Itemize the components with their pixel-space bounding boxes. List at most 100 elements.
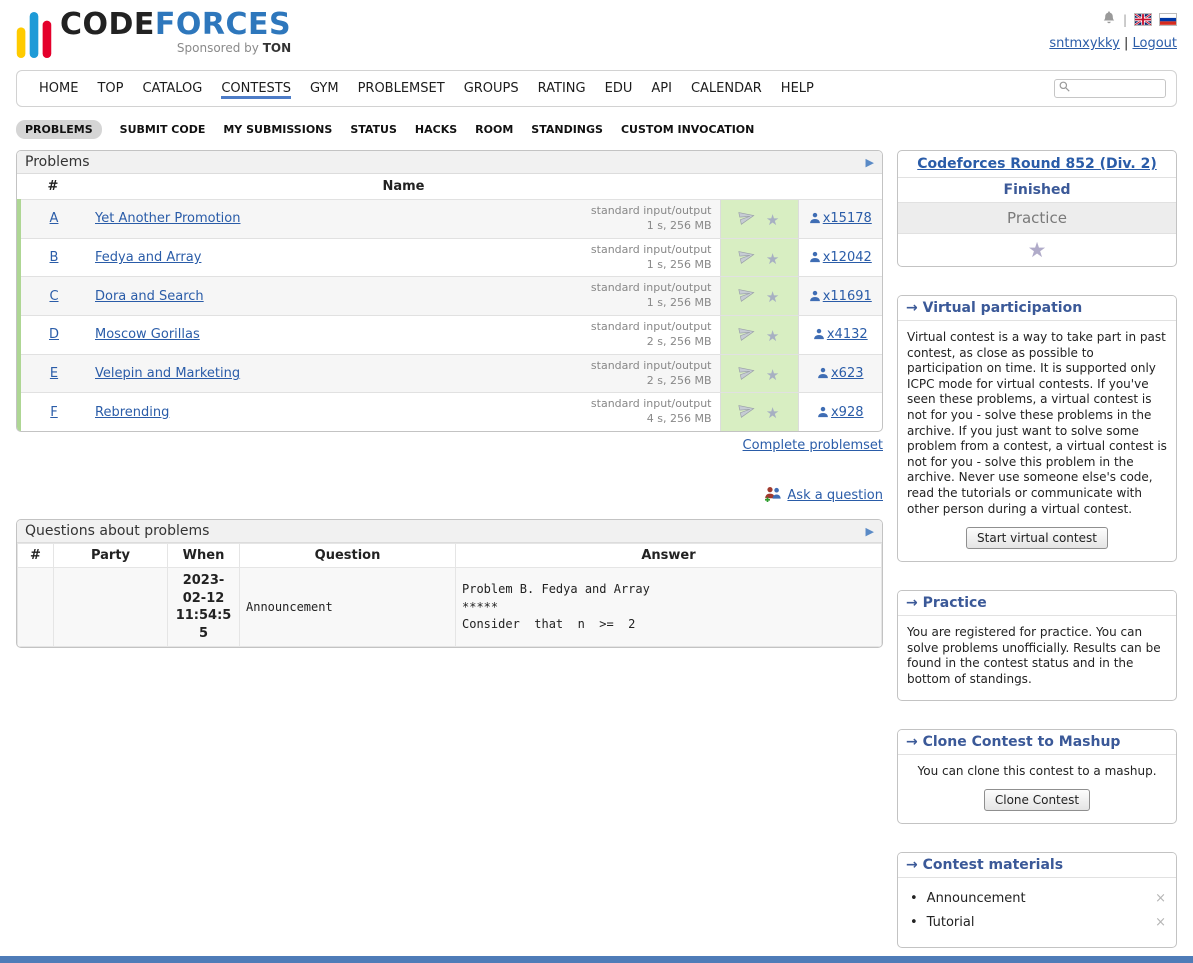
- problem-letter-link[interactable]: C: [49, 289, 58, 304]
- problem-name-link[interactable]: Yet Another Promotion: [95, 211, 240, 226]
- nav-item-catalog[interactable]: CATALOG: [142, 78, 202, 99]
- page: CODEFORCES Sponsored by TON |: [0, 0, 1193, 948]
- ru-flag-icon[interactable]: [1159, 13, 1177, 26]
- material-tutorial-link[interactable]: Tutorial: [927, 915, 1155, 930]
- problem-name-link[interactable]: Rebrending: [95, 405, 169, 420]
- problem-name-link[interactable]: Moscow Gorillas: [95, 327, 200, 342]
- favorite-star-icon[interactable]: ★: [766, 211, 779, 229]
- nav-item-calendar[interactable]: CALENDAR: [691, 78, 762, 99]
- virtual-participation-title: → Virtual participation: [898, 296, 1176, 321]
- tab-status[interactable]: STATUS: [350, 123, 397, 136]
- ask-question-link[interactable]: Ask a question: [787, 488, 883, 503]
- solved-count-link[interactable]: x11691: [823, 289, 872, 304]
- search-icon: [1059, 81, 1070, 96]
- col-header-num: #: [19, 174, 87, 200]
- solved-count-link[interactable]: x4132: [827, 327, 868, 342]
- contest-status: Finished: [898, 178, 1176, 203]
- bell-icon[interactable]: [1102, 10, 1116, 29]
- paper-plane-icon[interactable]: [737, 323, 757, 346]
- q-col-answer: Answer: [456, 544, 882, 568]
- favorite-star-icon[interactable]: ★: [766, 404, 779, 422]
- nav-item-edu[interactable]: EDU: [605, 78, 633, 99]
- contest-favorite-star-icon[interactable]: ★: [1028, 238, 1047, 262]
- solved-count-link[interactable]: x928: [831, 405, 864, 420]
- paper-plane-icon[interactable]: [737, 207, 757, 230]
- nav-item-top[interactable]: TOP: [97, 78, 123, 99]
- nav-item-problemset[interactable]: PROBLEMSET: [358, 78, 445, 99]
- paper-plane-icon[interactable]: [737, 362, 757, 385]
- favorite-star-icon[interactable]: ★: [766, 250, 779, 268]
- paper-plane-icon[interactable]: [737, 401, 757, 424]
- start-virtual-contest-button[interactable]: Start virtual contest: [966, 527, 1108, 549]
- nav-item-rating[interactable]: RATING: [538, 78, 586, 99]
- clone-contest-button[interactable]: Clone Contest: [984, 789, 1090, 811]
- problem-letter-link[interactable]: D: [49, 327, 59, 342]
- tab-standings[interactable]: STANDINGS: [531, 123, 603, 136]
- nav-item-contests[interactable]: CONTESTS: [221, 78, 291, 99]
- contest-materials-title: → Contest materials: [898, 853, 1176, 878]
- logo-bars-icon: [16, 12, 52, 62]
- caption-arrow-icon[interactable]: ▶: [866, 156, 874, 169]
- question-row: 2023-02-12 11:54:55 Announcement Problem…: [18, 568, 882, 647]
- search-input[interactable]: [1073, 82, 1161, 96]
- clone-contest-box: → Clone Contest to Mashup You can clone …: [897, 729, 1177, 825]
- solved-count-link[interactable]: x15178: [823, 211, 872, 226]
- nav-item-help[interactable]: HELP: [781, 78, 814, 99]
- problem-actions-cell: ★: [720, 316, 798, 355]
- favorite-star-icon[interactable]: ★: [766, 288, 779, 306]
- problem-letter-link[interactable]: E: [50, 366, 58, 381]
- problem-name-link[interactable]: Fedya and Array: [95, 250, 201, 265]
- problem-row-b: B Fedya and Array standard input/output1…: [19, 238, 882, 277]
- ask-question-icon: [764, 485, 782, 506]
- solved-count-link[interactable]: x12042: [823, 250, 872, 265]
- solved-count-link[interactable]: x623: [831, 366, 864, 381]
- tab-my-submissions[interactable]: MY SUBMISSIONS: [223, 123, 332, 136]
- problem-letter-link[interactable]: A: [50, 211, 59, 226]
- caption-arrow-icon[interactable]: ▶: [866, 525, 874, 538]
- separator: |: [1124, 36, 1128, 51]
- problem-letter-link[interactable]: F: [50, 405, 57, 420]
- col-header-actions: [720, 174, 798, 200]
- logout-link[interactable]: Logout: [1132, 36, 1177, 51]
- nav-item-home[interactable]: HOME: [39, 78, 78, 99]
- tab-room[interactable]: ROOM: [475, 123, 513, 136]
- tab-problems[interactable]: PROBLEMS: [16, 120, 102, 139]
- problem-name-cell: Fedya and Array standard input/output1 s…: [87, 238, 720, 277]
- problem-letter-cell: A: [19, 200, 87, 239]
- nav-item-groups[interactable]: GROUPS: [464, 78, 519, 99]
- tab-submit-code[interactable]: SUBMIT CODE: [120, 123, 206, 136]
- paper-plane-icon[interactable]: [737, 285, 757, 308]
- contest-title-link[interactable]: Codeforces Round 852 (Div. 2): [917, 156, 1156, 172]
- problem-io-limits: standard input/output1 s, 256 MB: [591, 204, 712, 234]
- paper-plane-icon[interactable]: [737, 246, 757, 269]
- material-item-tutorial: • Tutorial ×: [910, 915, 1166, 930]
- material-announcement-link[interactable]: Announcement: [927, 891, 1155, 906]
- contest-subnav: PROBLEMS SUBMIT CODE MY SUBMISSIONS STAT…: [16, 120, 1177, 139]
- clone-contest-text: You can clone this contest to a mashup.: [907, 764, 1167, 780]
- problem-letter-link[interactable]: B: [50, 250, 59, 265]
- close-icon[interactable]: ×: [1155, 915, 1166, 930]
- complete-problemset-link[interactable]: Complete problemset: [743, 438, 883, 453]
- questions-table: # Party When Question Answer 2023-0: [17, 543, 882, 647]
- nav-item-gym[interactable]: GYM: [310, 78, 339, 99]
- contest-materials-box: → Contest materials • Announcement × • T…: [897, 852, 1177, 948]
- problems-box: Problems ▶ # Name A: [16, 150, 883, 432]
- favorite-star-icon[interactable]: ★: [766, 327, 779, 345]
- problem-letter-cell: F: [19, 393, 87, 431]
- tab-custom-invocation[interactable]: CUSTOM INVOCATION: [621, 123, 754, 136]
- problem-io-limits: standard input/output4 s, 256 MB: [591, 397, 712, 427]
- nav-item-api[interactable]: API: [651, 78, 672, 99]
- sidebar: Codeforces Round 852 (Div. 2) Finished P…: [897, 150, 1177, 948]
- username-link[interactable]: sntmxykky: [1049, 36, 1119, 51]
- problem-name-link[interactable]: Dora and Search: [95, 289, 204, 304]
- uk-flag-icon[interactable]: [1134, 13, 1152, 26]
- tab-hacks[interactable]: HACKS: [415, 123, 457, 136]
- favorite-star-icon[interactable]: ★: [766, 366, 779, 384]
- ask-question-row: Ask a question: [16, 485, 883, 506]
- contest-star-row: ★: [898, 234, 1176, 266]
- codeforces-logo[interactable]: CODEFORCES Sponsored by TON: [16, 10, 291, 62]
- problem-name-link[interactable]: Velepin and Marketing: [95, 366, 240, 381]
- close-icon[interactable]: ×: [1155, 891, 1166, 906]
- user-row: sntmxykky | Logout: [1049, 36, 1177, 51]
- problem-actions-cell: ★: [720, 354, 798, 393]
